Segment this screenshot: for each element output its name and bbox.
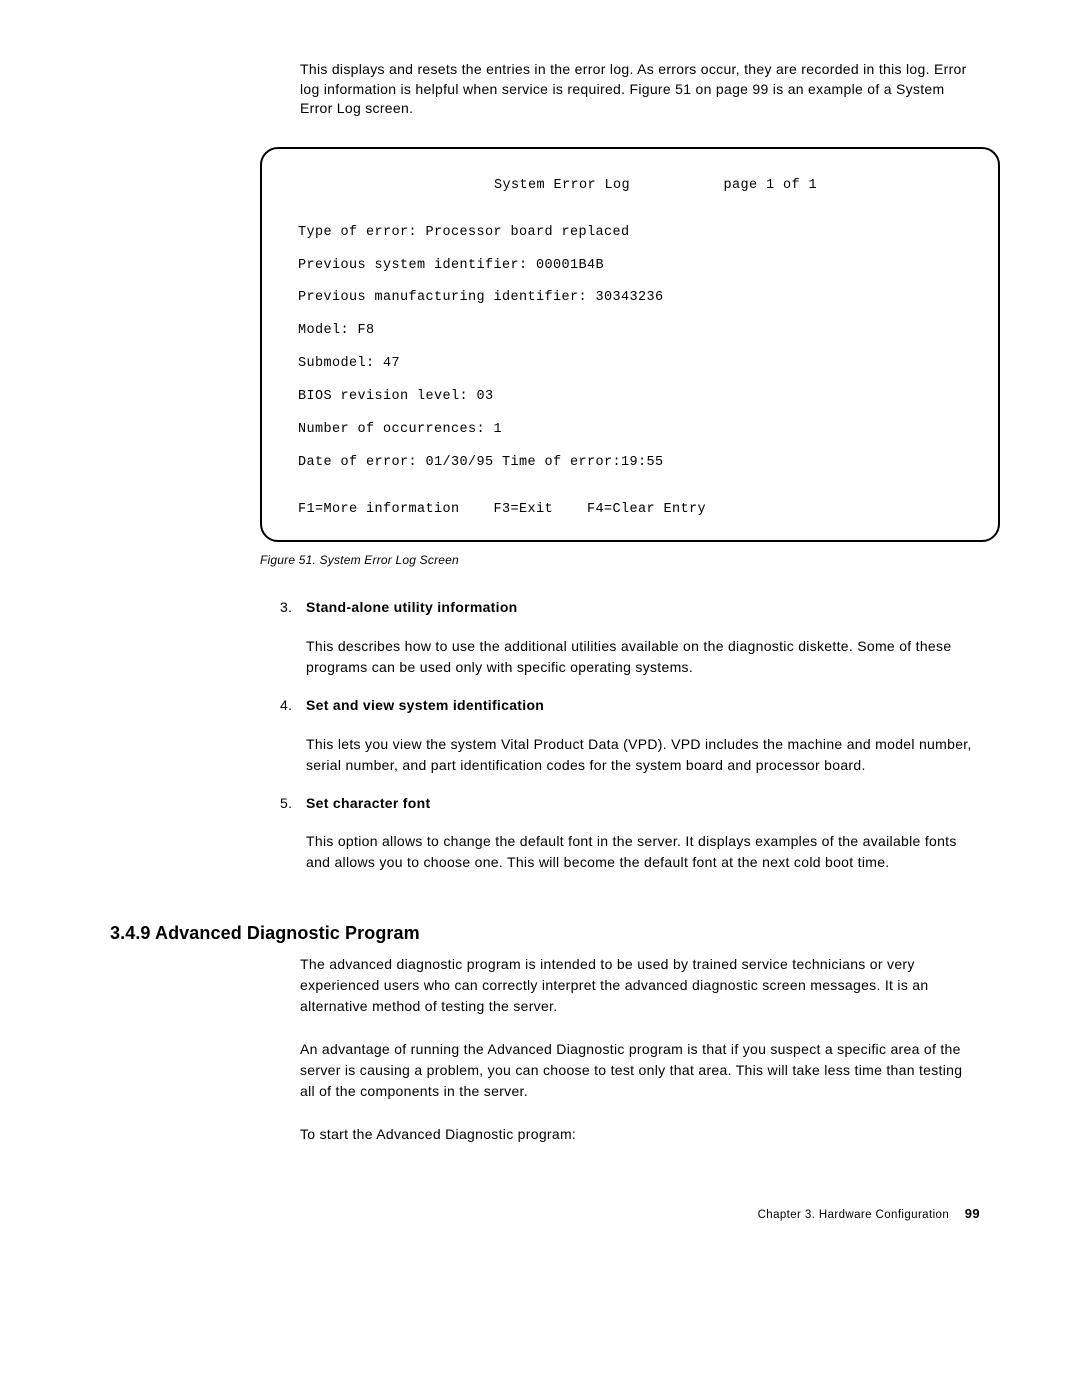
intro-paragraph: This displays and resets the entries in … xyxy=(300,60,980,119)
list-number: 5. xyxy=(280,794,300,814)
section-paragraph: The advanced diagnostic program is inten… xyxy=(300,954,980,1017)
screen-line: Previous manufacturing identifier: 30343… xyxy=(298,289,968,308)
figure-caption: Figure 51. System Error Log Screen xyxy=(260,552,980,569)
list-item: 3. Stand-alone utility information xyxy=(280,598,980,618)
list-description: This lets you view the system Vital Prod… xyxy=(306,734,980,776)
footer-page-number: 99 xyxy=(965,1206,980,1221)
list-description: This option allows to change the default… xyxy=(306,831,980,873)
section-paragraph: To start the Advanced Diagnostic program… xyxy=(300,1124,980,1145)
screen-function-keys: F1=More information F3=Exit F4=Clear Ent… xyxy=(298,501,968,520)
screen-line: Type of error: Processor board replaced xyxy=(298,224,968,243)
list-title: Set character font xyxy=(306,794,430,814)
list-description: This describes how to use the additional… xyxy=(306,636,980,678)
screen-line: Date of error: 01/30/95 Time of error:19… xyxy=(298,454,968,473)
screen-line: Previous system identifier: 00001B4B xyxy=(298,257,968,276)
screen-line: Model: F8 xyxy=(298,322,968,341)
list-item: 4. Set and view system identification xyxy=(280,696,980,716)
page-footer: Chapter 3. Hardware Configuration 99 xyxy=(110,1205,980,1223)
section-paragraph: An advantage of running the Advanced Dia… xyxy=(300,1039,980,1102)
section-heading: 3.4.9 Advanced Diagnostic Program xyxy=(110,921,980,946)
footer-text: Chapter 3. Hardware Configuration xyxy=(758,1209,950,1221)
list-title: Set and view system identification xyxy=(306,696,544,716)
screen-line: Submodel: 47 xyxy=(298,355,968,374)
screen-title: System Error Log page 1 of 1 xyxy=(292,177,968,196)
list-number: 3. xyxy=(280,598,300,618)
system-error-log-screen: System Error Log page 1 of 1 Type of err… xyxy=(260,147,1000,542)
screen-line: BIOS revision level: 03 xyxy=(298,388,968,407)
screen-line: Number of occurrences: 1 xyxy=(298,421,968,440)
list-item: 5. Set character font xyxy=(280,794,980,814)
list-title: Stand-alone utility information xyxy=(306,598,518,618)
list-number: 4. xyxy=(280,696,300,716)
